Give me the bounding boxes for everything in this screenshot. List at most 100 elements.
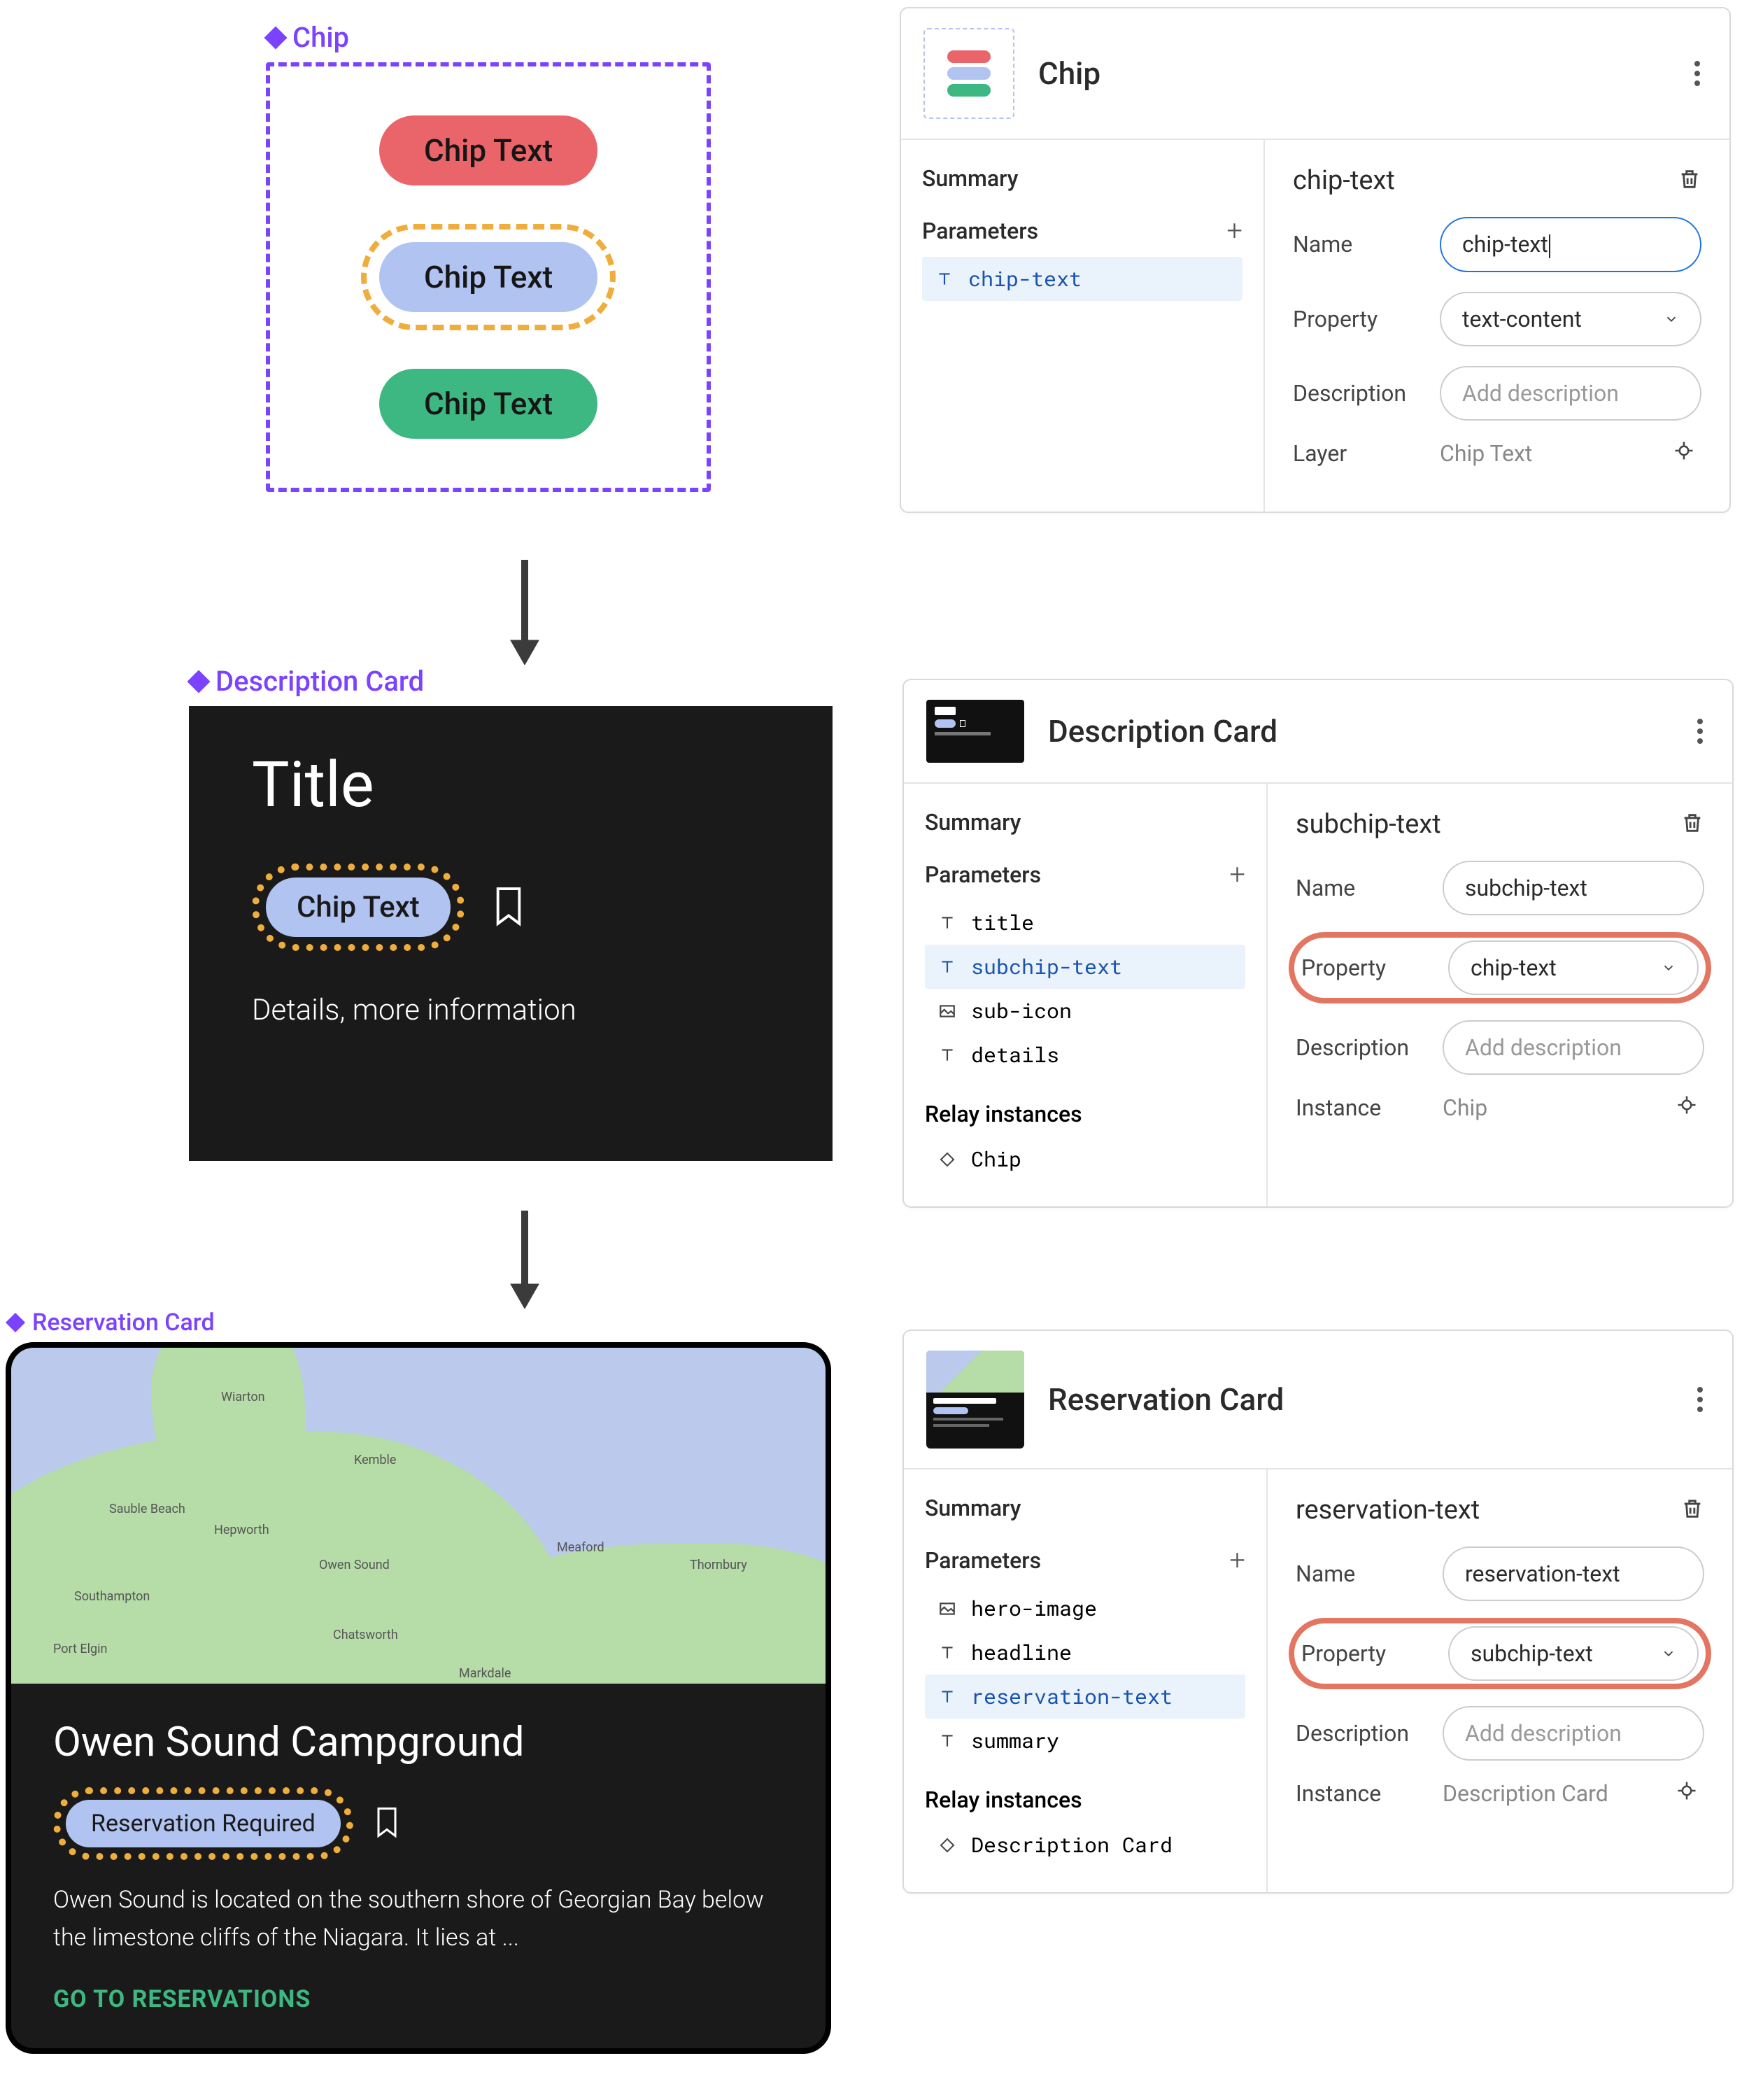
param-headline[interactable]: headline: [925, 1630, 1245, 1675]
add-parameter-icon[interactable]: +: [1229, 858, 1245, 891]
param-details[interactable]: details: [925, 1033, 1245, 1077]
param-label: sub-icon: [971, 997, 1072, 1024]
target-icon[interactable]: [1676, 1094, 1697, 1121]
panel-right: chip-text Name chip-text Property text-c…: [1265, 140, 1729, 512]
param-summary[interactable]: summary: [925, 1719, 1245, 1763]
param-label: title: [971, 909, 1034, 936]
text-icon: [933, 270, 956, 288]
more-icon[interactable]: [1687, 54, 1707, 93]
delete-icon[interactable]: [1678, 167, 1701, 194]
map-place: Meaford: [557, 1540, 604, 1555]
param-title[interactable]: title: [925, 901, 1245, 945]
chip-component-label: Chip: [266, 21, 349, 54]
relay-heading: Relay instances: [925, 1101, 1245, 1127]
delete-icon[interactable]: [1680, 811, 1704, 838]
desc-title: Title: [252, 748, 770, 822]
relay-chip[interactable]: Chip: [925, 1137, 1245, 1181]
res-chip: Reservation Required: [66, 1800, 341, 1847]
property-select[interactable]: subchip-text: [1448, 1626, 1699, 1681]
param-detail-title: subchip-text: [1296, 809, 1441, 840]
desc-chip-selection: Chip Text: [252, 864, 465, 951]
panel-right: subchip-text Name subchip-text Property …: [1268, 784, 1732, 1206]
param-hero-image[interactable]: hero-image: [925, 1586, 1245, 1630]
chevron-down-icon: [1661, 954, 1676, 981]
name-label: Name: [1296, 875, 1429, 901]
target-icon[interactable]: [1676, 1780, 1697, 1807]
layer-label: Layer: [1293, 440, 1426, 467]
parameters-header: Parameters +: [922, 214, 1242, 247]
param-label: summary: [971, 1727, 1059, 1754]
description-input[interactable]: Add description: [1443, 1020, 1704, 1075]
relay-label: Description Card: [971, 1831, 1173, 1859]
param-label: details: [971, 1041, 1059, 1069]
image-icon: [936, 1600, 958, 1618]
param-label: chip-text: [968, 265, 1082, 293]
chevron-down-icon: [1661, 1640, 1676, 1667]
property-select[interactable]: text-content: [1440, 292, 1701, 346]
arrow-chip-to-desc: [504, 560, 546, 668]
property-select[interactable]: chip-text: [1448, 940, 1699, 995]
chip-variant-frame: Chip Text Chip Text Chip Text: [266, 62, 711, 492]
map-place: Markdale: [459, 1666, 511, 1681]
description-card-preview: Description Card Title Chip Text Details…: [189, 665, 833, 1161]
property-label: Property: [1293, 306, 1426, 332]
param-chip-text[interactable]: chip-text: [922, 257, 1242, 301]
property-label: Property: [1301, 954, 1434, 981]
param-subchip-text[interactable]: subchip-text: [925, 945, 1245, 989]
bookmark-icon: [374, 1806, 399, 1841]
text-icon: [936, 1732, 958, 1750]
description-label: Description: [1296, 1034, 1429, 1061]
text-icon: [936, 914, 958, 932]
param-sub-icon[interactable]: sub-icon: [925, 989, 1245, 1033]
res-chip-selection: Reservation Required: [53, 1787, 353, 1860]
panel-right: reservation-text Name reservation-text P…: [1268, 1470, 1732, 1892]
name-input[interactable]: subchip-text: [1443, 861, 1704, 915]
chip-variant-red: Chip Text: [379, 115, 597, 185]
panel-left: Summary Parameters + chip-text: [901, 140, 1265, 512]
instance-diamond-icon: [936, 1837, 958, 1854]
param-label: subchip-text: [971, 953, 1122, 980]
description-input[interactable]: Add description: [1440, 366, 1701, 421]
name-input[interactable]: chip-text: [1440, 217, 1701, 272]
instance-label: Instance: [1296, 1094, 1429, 1121]
map-place: Southampton: [74, 1589, 150, 1604]
res-summary: Owen Sound is located on the southern sh…: [53, 1881, 784, 1957]
desc-component-label: Description Card: [189, 665, 424, 698]
name-input[interactable]: reservation-text: [1443, 1546, 1704, 1601]
panel-header: Description Card: [904, 680, 1732, 784]
desc-label-text: Description Card: [215, 665, 424, 698]
add-parameter-icon[interactable]: +: [1229, 1544, 1245, 1577]
target-icon[interactable]: [1673, 440, 1694, 467]
image-icon: [936, 1002, 958, 1020]
more-icon[interactable]: [1690, 1380, 1710, 1419]
relay-heading: Relay instances: [925, 1787, 1245, 1813]
res-headline: Owen Sound Campground: [53, 1719, 784, 1766]
add-parameter-icon[interactable]: +: [1226, 214, 1242, 247]
map-place: Port Elgin: [53, 1642, 107, 1656]
panel-left: Summary Parameters+ hero-image headline …: [904, 1470, 1268, 1892]
param-reservation-text[interactable]: reservation-text: [925, 1675, 1245, 1719]
map-place: Chatsworth: [333, 1628, 398, 1642]
name-label: Name: [1296, 1560, 1429, 1587]
description-label: Description: [1296, 1720, 1429, 1747]
description-card: Title Chip Text Details, more informatio…: [189, 706, 833, 1161]
param-detail-title: reservation-text: [1296, 1495, 1480, 1525]
component-diamond-icon: [266, 28, 285, 48]
arrow-desc-to-res: [504, 1211, 546, 1311]
panel-title: Reservation Card: [1048, 1381, 1666, 1418]
res-action-link[interactable]: GO TO RESERVATIONS: [53, 1985, 784, 2013]
panel-chip: Chip Summary Parameters + chip-text chip…: [900, 7, 1731, 513]
description-input[interactable]: Add description: [1443, 1706, 1704, 1761]
delete-icon[interactable]: [1680, 1497, 1704, 1523]
map-place: Wiarton: [221, 1390, 265, 1404]
instance-diamond-icon: [936, 1151, 958, 1168]
res-component-label: Reservation Card: [6, 1309, 215, 1337]
component-diamond-icon: [7, 1314, 24, 1331]
relay-description-card[interactable]: Description Card: [925, 1823, 1245, 1867]
text-icon: [936, 958, 958, 976]
property-label: Property: [1301, 1640, 1434, 1667]
panel-header: Reservation Card: [904, 1331, 1732, 1470]
map-place: Hepworth: [214, 1523, 269, 1537]
more-icon[interactable]: [1690, 712, 1710, 751]
text-icon: [936, 1046, 958, 1064]
